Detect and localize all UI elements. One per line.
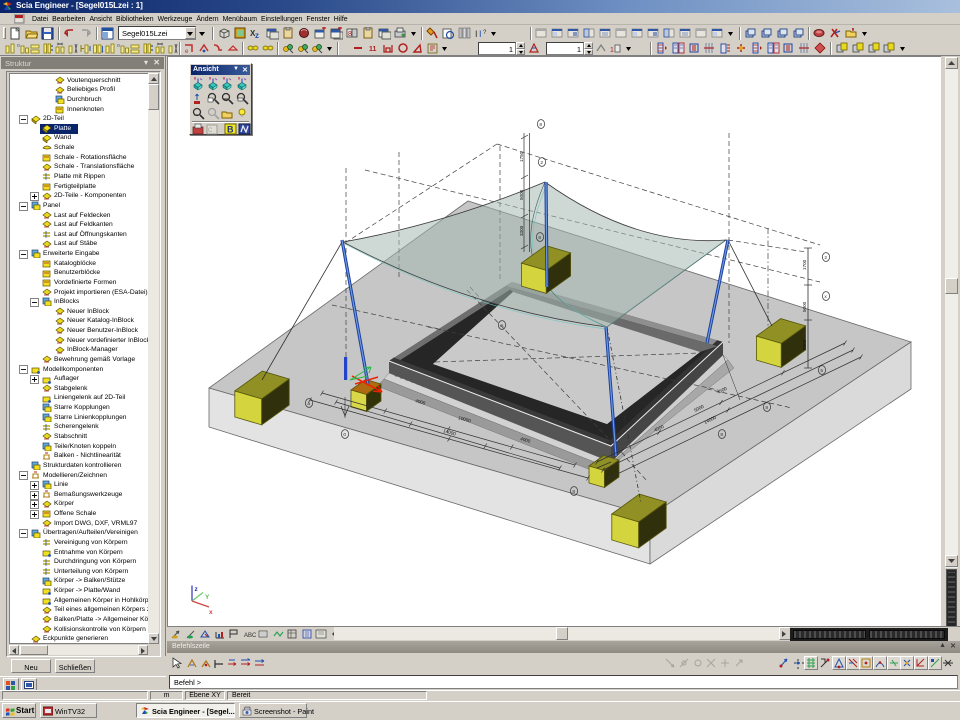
svg-text:5000: 5000 [519, 189, 524, 200]
svg-text:Y: Y [205, 594, 210, 601]
svg-text:I: I [475, 29, 478, 39]
svg-text:z: z [255, 31, 259, 40]
svg-text:1750: 1750 [519, 151, 524, 162]
svg-text:3300: 3300 [519, 225, 524, 236]
svg-text:x: x [209, 609, 213, 616]
svg-text:8: 8 [720, 432, 723, 438]
svg-text:5: 5 [820, 368, 823, 374]
svg-text:5000: 5000 [802, 301, 807, 312]
svg-text:1700: 1700 [802, 259, 807, 270]
svg-text:3300: 3300 [802, 339, 807, 350]
svg-text:8: 8 [348, 31, 352, 38]
svg-text:C: C [208, 128, 213, 134]
svg-text:B: B [227, 125, 234, 135]
svg-text:e: e [185, 49, 189, 55]
svg-text:o: o [117, 43, 120, 49]
svg-text:z: z [195, 586, 199, 593]
svg-text:2: 2 [824, 255, 827, 261]
svg-text:I: I [479, 29, 482, 39]
svg-text:11: 11 [369, 46, 377, 53]
svg-text:a: a [307, 402, 310, 407]
svg-text:8: 8 [765, 405, 768, 411]
svg-text:?: ? [483, 30, 487, 36]
svg-text:0: 0 [343, 432, 346, 438]
svg-text:o: o [17, 43, 20, 49]
svg-text:8: 8 [539, 122, 542, 128]
svg-text:8: 8 [538, 235, 541, 241]
svg-text:8: 8 [572, 489, 575, 495]
svg-text:1: 1 [610, 47, 614, 54]
svg-text:2: 2 [540, 160, 543, 166]
svg-text:ABC: ABC [244, 633, 256, 639]
svg-text:x: x [824, 295, 827, 300]
